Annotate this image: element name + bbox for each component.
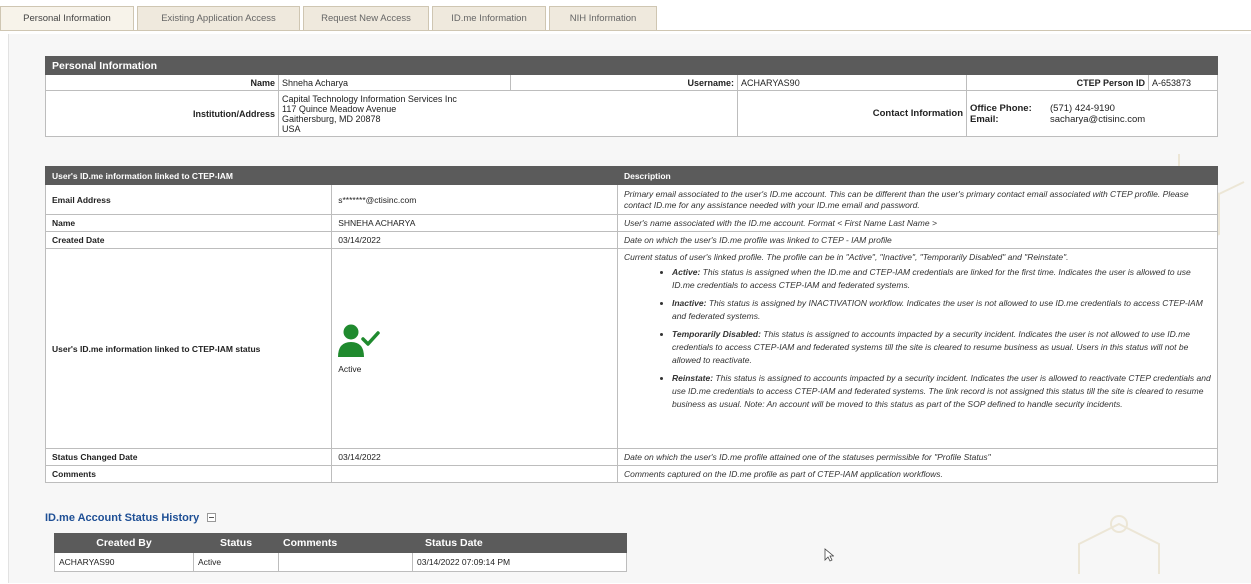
status-definitions-list: Active: This status is assigned when the… [624,266,1211,411]
history-header-status: Status [193,533,279,553]
idme-info-table: User's ID.me information linked to CTEP-… [44,166,1219,483]
status-intro: Current status of user's linked profile.… [623,252,1069,262]
tab-personal-information[interactable]: Personal Information [0,6,134,30]
background-decoration-2 [1078,515,1160,574]
description-header: Description [616,166,1219,185]
user-check-icon [338,324,380,357]
status-history-table: Created By Status Comments Status Date A… [54,533,627,572]
name-value: Shneha Acharya [278,74,511,91]
institution-line-4: USA [282,123,301,134]
email-address-desc: Primary email associated to the user's I… [616,184,1219,215]
tab-nih-information[interactable]: NIH Information [549,6,657,30]
status-def-active-text: This status is assigned when the ID.me a… [671,267,1191,290]
email-address-label: Email Address [44,184,333,215]
institution-line-1: Capital Technology Information Services … [282,93,457,104]
status-def-active-name: Active: [671,267,701,277]
username-value: ACHARYAS90 [737,74,967,91]
tab-request-new-access[interactable]: Request New Access [303,6,429,30]
history-header-comments: Comments [278,533,413,553]
office-phone-label: Office Phone: [970,102,1032,114]
idme-status-desc: Current status of user's linked profile.… [616,248,1219,449]
mouse-cursor-icon [824,548,834,562]
tab-idme-information[interactable]: ID.me Information [432,6,546,30]
status-changed-label: Status Changed Date [44,448,333,466]
ctep-person-id-label: CTEP Person ID [966,74,1149,91]
idme-status-label: User's ID.me information linked to CTEP-… [44,248,333,449]
status-def-reinstate-name: Reinstate: [671,373,714,383]
name-label: Name [45,74,279,91]
history-cell-status: Active [193,552,279,572]
tab-existing-application-access[interactable]: Existing Application Access [137,6,300,30]
institution-line-3: Gaithersburg, MD 20878 [282,113,381,124]
created-date-label: Created Date [44,231,333,249]
institution-line-2: 117 Quince Meadow Avenue [282,103,397,114]
status-def-inactive-name: Inactive: [671,298,707,308]
comments-desc: Comments captured on the ID.me profile a… [616,465,1219,483]
contact-info-values: Office Phone: Email: (571) 424-9190 sach… [966,90,1218,137]
email-value: sacharya@ctisinc.com [1050,113,1146,125]
office-phone-value: (571) 424-9190 [1050,102,1115,114]
status-def-active: Active: This status is assigned when the… [672,266,1211,292]
idme-info-header: User's ID.me information linked to CTEP-… [45,166,618,185]
created-date-value: 03/14/2022 [331,231,618,249]
history-header-created-by: Created By [54,533,194,553]
comments-label: Comments [44,465,333,483]
history-cell-created-by: ACHARYAS90 [54,552,194,572]
collapse-icon[interactable] [207,513,217,522]
status-def-temporarily-disabled: Temporarily Disabled: This status is ass… [672,328,1211,367]
username-label: Username: [510,74,738,91]
contact-info-label: Contact Information [737,90,967,137]
comments-value [331,465,618,483]
status-def-reinstate: Reinstate: This status is assigned to ac… [672,372,1211,411]
status-changed-value: 03/14/2022 [331,448,618,466]
status-def-temporarily-disabled-name: Temporarily Disabled: [671,329,761,339]
history-cell-status-date: 03/14/2022 07:09:14 PM [412,552,627,572]
status-history-title-text: ID.me Account Status History [45,512,200,524]
idme-name-desc: User's name associated with the ID.me ac… [616,214,1219,232]
personal-info-table: Personal Information Name Shneha Acharya… [45,56,1218,137]
email-label: Email: [970,113,999,125]
status-changed-desc: Date on which the user's ID.me profile a… [616,448,1219,466]
ctep-person-id-value: A-653873 [1148,74,1218,91]
idme-status-value: Active [338,363,362,374]
created-date-desc: Date on which the user's ID.me profile w… [616,231,1219,249]
institution-address: Capital Technology Information Services … [278,90,738,137]
status-def-inactive-text: This status is assigned by INACTIVATION … [671,298,1203,321]
email-address-value: s*******@ctisinc.com [331,184,618,215]
tab-bar: Personal Information Existing Applicatio… [0,0,1251,31]
institution-label: Institution/Address [45,90,279,137]
status-def-reinstate-text: This status is assigned to accounts impa… [671,373,1211,409]
status-def-inactive: Inactive: This status is assigned by INA… [672,297,1211,323]
personal-info-header: Personal Information [45,56,1218,75]
status-history-title[interactable]: ID.me Account Status History [45,512,217,524]
tab-divider [0,30,1251,31]
idme-name-value: SHNEHA ACHARYA [331,214,618,232]
history-cell-comments [278,552,413,572]
history-header-status-date: Status Date [412,533,627,553]
table-row: ACHARYAS90 Active 03/14/2022 07:09:14 PM [54,552,627,572]
idme-status-cell: Active [331,248,618,449]
content-panel: Personal Information Name Shneha Acharya… [8,34,1251,583]
idme-name-label: Name [44,214,333,232]
